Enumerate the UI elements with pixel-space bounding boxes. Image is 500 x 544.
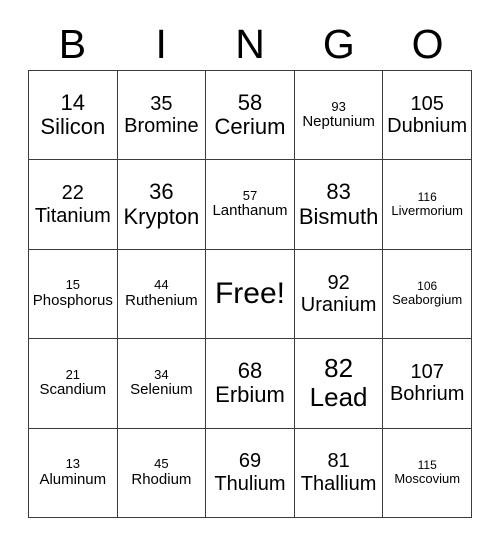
- atomic-number: 83: [326, 178, 351, 204]
- atomic-number: 115: [417, 457, 437, 472]
- element-name: Krypton: [123, 203, 200, 229]
- element-name: Cerium: [214, 114, 286, 140]
- element-name: Aluminum: [39, 470, 107, 488]
- atomic-number: 68: [237, 357, 263, 383]
- atomic-number: 107: [410, 361, 444, 383]
- bingo-cell[interactable]: 45 Rhodium: [117, 428, 207, 518]
- element-name: Lanthanum: [212, 202, 288, 220]
- atomic-number: 21: [65, 366, 81, 382]
- bingo-cell[interactable]: 69 Thulium: [206, 428, 295, 518]
- element-name: Bromine: [124, 115, 199, 138]
- atomic-number: 105: [410, 92, 444, 115]
- bingo-cell[interactable]: 93 Neptunium: [294, 71, 384, 161]
- bingo-header-letter-o: O: [411, 20, 444, 67]
- bingo-cell[interactable]: 105 Dubnium: [383, 71, 472, 161]
- atomic-number: 69: [238, 450, 262, 473]
- bingo-header-letter-b: B: [58, 20, 87, 67]
- bingo-cell[interactable]: 58 Cerium: [206, 71, 295, 161]
- element-name: Bismuth: [298, 203, 379, 229]
- atomic-number: 45: [154, 456, 169, 472]
- atomic-number: 36: [149, 178, 174, 204]
- element-name: Bohrium: [389, 383, 465, 406]
- bingo-card: B I N G O 14 Silicon 35 Bromine 58 Ceriu…: [0, 0, 500, 544]
- atomic-number: 44: [154, 277, 169, 293]
- element-name: Titanium: [34, 204, 111, 227]
- bingo-cell[interactable]: 82 Lead: [294, 339, 384, 429]
- atomic-number: 116: [417, 189, 437, 204]
- bingo-cell[interactable]: 22 Titanium: [29, 160, 118, 250]
- element-name: Thulium: [214, 472, 286, 495]
- bingo-cell[interactable]: 44 Ruthenium: [117, 249, 207, 340]
- element-name: Seaborgium: [392, 292, 463, 308]
- bingo-header-letter-g: G: [322, 20, 355, 67]
- bingo-cell[interactable]: 57 Lanthanum: [206, 160, 295, 250]
- atomic-number: 92: [327, 271, 350, 294]
- bingo-cell[interactable]: 15 Phosphorus: [29, 249, 118, 340]
- bingo-cell[interactable]: 115 Moscovium: [383, 428, 472, 518]
- atomic-number: 82: [324, 353, 354, 384]
- bingo-header-row: B I N G O: [28, 18, 472, 70]
- bingo-cell[interactable]: 81 Thallium: [294, 428, 384, 518]
- atomic-number: 22: [61, 182, 84, 205]
- bingo-cell[interactable]: 35 Bromine: [117, 71, 207, 161]
- bingo-cell[interactable]: 34 Selenium: [117, 339, 207, 429]
- element-name: Rhodium: [131, 470, 192, 488]
- element-name: Neptunium: [302, 113, 375, 131]
- bingo-header-letter-n: N: [235, 20, 265, 67]
- bingo-cell[interactable]: 116 Livermorium: [383, 160, 472, 250]
- element-name: Erbium: [215, 382, 285, 408]
- bingo-cell-free-space[interactable]: Free!: [206, 249, 295, 340]
- atomic-number: 58: [237, 89, 263, 115]
- element-name: Scandium: [39, 381, 107, 399]
- element-name: Uranium: [300, 293, 377, 316]
- atomic-number: 14: [60, 89, 86, 115]
- element-name: Ruthenium: [125, 291, 198, 309]
- element-name: Lead: [309, 382, 368, 413]
- element-name: Silicon: [40, 114, 106, 140]
- element-name: Dubnium: [387, 115, 468, 138]
- bingo-cell[interactable]: 13 Aluminum: [29, 428, 118, 518]
- bingo-grid: 14 Silicon 35 Bromine 58 Cerium 93 Neptu…: [28, 70, 472, 518]
- element-name: Selenium: [130, 381, 193, 399]
- atomic-number: 15: [65, 277, 81, 293]
- element-name: Moscovium: [394, 471, 461, 487]
- bingo-cell[interactable]: 68 Erbium: [206, 339, 295, 429]
- element-name: Phosphorus: [32, 291, 113, 309]
- bingo-cell[interactable]: 92 Uranium: [294, 249, 384, 340]
- atomic-number: 35: [150, 92, 173, 115]
- atomic-number: 57: [242, 187, 258, 203]
- atomic-number: 93: [331, 98, 346, 114]
- free-space-label: Free!: [214, 277, 285, 311]
- bingo-cell[interactable]: 36 Krypton: [117, 160, 207, 250]
- bingo-cell[interactable]: 14 Silicon: [29, 71, 118, 161]
- bingo-cell[interactable]: 106 Seaborgium: [383, 249, 472, 340]
- element-name: Livermorium: [391, 203, 463, 219]
- bingo-cell[interactable]: 83 Bismuth: [294, 160, 384, 250]
- atomic-number: 81: [327, 450, 350, 473]
- atomic-number: 34: [154, 366, 169, 382]
- atomic-number: 106: [417, 279, 438, 293]
- atomic-number: 13: [65, 456, 81, 472]
- element-name: Thallium: [300, 472, 377, 495]
- bingo-cell[interactable]: 107 Bohrium: [383, 339, 472, 429]
- bingo-cell[interactable]: 21 Scandium: [29, 339, 118, 429]
- bingo-header-letter-i: I: [155, 20, 167, 67]
